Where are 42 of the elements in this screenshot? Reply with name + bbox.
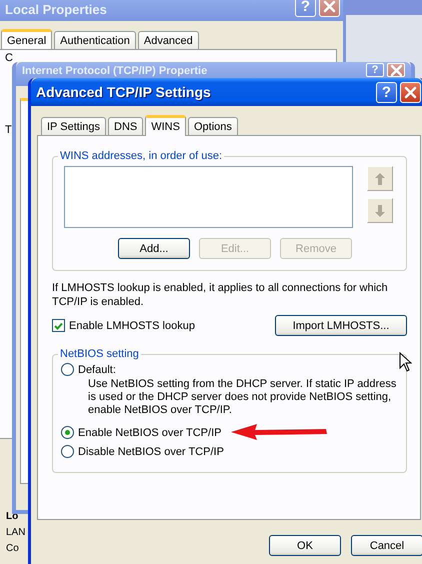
group-label: WINS addresses, in order of use: xyxy=(59,150,224,162)
radio-button[interactable] xyxy=(61,426,74,439)
close-button[interactable] xyxy=(400,82,421,102)
radio-button[interactable] xyxy=(61,363,74,376)
info-text: If LMHOSTS lookup is enabled, it applies to all connections for which TCP/IP is enabled. xyxy=(52,281,389,309)
radio-label: Disable NetBIOS over TCP/IP xyxy=(78,446,224,458)
list-box[interactable] xyxy=(64,166,353,228)
group-label: NetBIOS setting xyxy=(59,348,140,360)
tab[interactable]: IP Settings xyxy=(41,117,106,135)
label: Co xyxy=(6,543,19,554)
tab[interactable]: DNS xyxy=(108,117,144,135)
radio-label: Default: xyxy=(78,364,116,376)
close-icon xyxy=(323,0,336,13)
import-button[interactable]: Import LMHOSTS... xyxy=(275,315,407,336)
window-title: Local Properties xyxy=(5,2,107,17)
description-text: Use NetBIOS setting from the DHCP server. If static IP address is used or the DHCP server does not provide NetBIOS setting, enable NetBIOS over TCP/IP. xyxy=(88,378,398,417)
close-button[interactable] xyxy=(387,63,405,77)
tab[interactable]: Advanced xyxy=(138,31,199,49)
up-arrow-icon xyxy=(374,172,386,186)
tab[interactable]: Options xyxy=(188,117,238,135)
window-title: Advanced TCP/IP Settings xyxy=(36,84,211,100)
down-arrow-icon xyxy=(374,204,386,218)
tab[interactable]: WINS xyxy=(145,115,186,136)
dialog-button[interactable]: OK xyxy=(269,535,341,556)
radio-label: Enable NetBIOS over TCP/IP xyxy=(78,426,222,438)
tab[interactable]: General xyxy=(1,29,52,50)
label: Lo xyxy=(6,511,18,522)
tab[interactable]: Authentication xyxy=(54,31,136,49)
close-button[interactable] xyxy=(319,0,340,17)
close-icon xyxy=(404,86,417,98)
label: T xyxy=(5,124,12,136)
label: LAN xyxy=(6,527,26,538)
cursor-icon xyxy=(399,352,412,372)
help-button[interactable]: ? xyxy=(376,82,397,102)
dialog-button[interactable]: Add... xyxy=(118,238,190,259)
close-icon xyxy=(390,64,402,76)
dialog-button[interactable]: Cancel xyxy=(351,535,422,556)
checkbox[interactable] xyxy=(52,319,65,332)
window-title: Internet Protocol (TCP/IP) Propertie xyxy=(22,65,208,77)
radio-button[interactable] xyxy=(61,445,74,458)
checkbox-label: Enable LMHOSTS lookup xyxy=(69,320,195,332)
label: C xyxy=(5,52,13,64)
